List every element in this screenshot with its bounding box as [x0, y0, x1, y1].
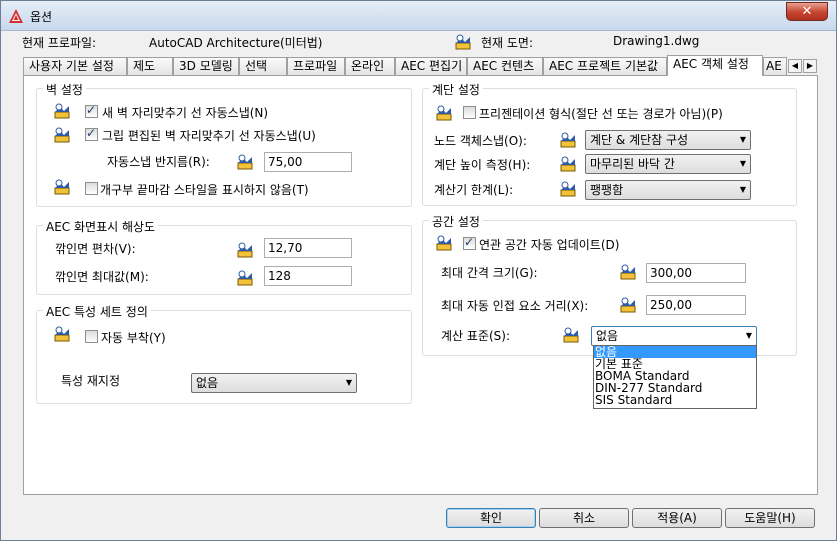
autocad-logo-icon [9, 9, 23, 23]
max-gap-label: 최대 간격 크기(G): [441, 266, 538, 280]
tab-aec-editor[interactable]: AEC 편집기 [395, 57, 467, 75]
stair-height-dropdown[interactable]: 마무리된 바닥 간 ▼ [585, 154, 751, 174]
auto-update-spaces-checkbox[interactable] [463, 235, 476, 250]
autosnap-radius-input[interactable]: 75,00 [264, 152, 352, 172]
dropdown-option[interactable]: SIS Standard [594, 394, 756, 406]
drawing-setting-icon [436, 105, 452, 121]
current-profile-value: AutoCAD Architecture(미터법) [149, 36, 323, 50]
calc-standard-value: 없음 [596, 329, 619, 343]
stair-height-label: 계단 높이 측정(H): [434, 158, 531, 172]
current-drawing-value: Drawing1.dwg [613, 34, 700, 48]
drawing-setting-icon [54, 326, 70, 342]
tab-aec-content[interactable]: AEC 컨텐츠 [467, 57, 543, 75]
tab-profiles[interactable]: 프로파일 [287, 57, 345, 75]
reassign-dropdown[interactable]: 없음 ▼ [191, 373, 357, 393]
calculator-limits-value: 팽팽함 [590, 183, 624, 197]
tab-scroll-right-icon[interactable]: ▶ [803, 59, 817, 73]
tab-aec-project-defaults[interactable]: AEC 프로젝트 기본값 [543, 57, 667, 75]
drawing-setting-icon [620, 264, 636, 280]
node-osnap-value: 계단 & 계단참 구성 [590, 133, 689, 147]
facet-deviation-label: 깎인면 편차(V): [55, 242, 136, 256]
no-opening-endcap-checkbox[interactable] [85, 182, 98, 195]
stair-height-value: 마무리된 바닥 간 [590, 157, 675, 171]
max-distance-input[interactable]: 250,00 [646, 295, 746, 315]
tab-aec-more[interactable]: AE [763, 57, 787, 75]
drawing-setting-icon [237, 242, 253, 258]
tab-scroll-left-icon[interactable]: ◀ [788, 59, 802, 73]
autosnap-radius-label: 자동스냅 반지름(R): [107, 155, 210, 169]
auto-attach-label: 자동 부착(Y) [101, 331, 166, 345]
title-bar[interactable]: 옵션 ✕ [1, 1, 836, 31]
space-settings-title: 공간 설정 [429, 213, 483, 230]
chevron-down-icon: ▼ [739, 185, 746, 194]
calculator-limits-label: 계산기 한계(L): [434, 183, 514, 197]
tab-aec-object-settings[interactable]: AEC 객체 설정 [667, 55, 763, 76]
drawing-setting-icon [620, 297, 636, 313]
tab-user-preferences[interactable]: 사용자 기본 설정 [23, 57, 127, 75]
calc-standard-label: 계산 표준(S): [441, 329, 510, 343]
tab-online[interactable]: 온라인 [345, 57, 395, 75]
drawing-setting-icon [455, 34, 471, 50]
presentation-format-checkbox[interactable] [463, 106, 476, 119]
tab-strip: 사용자 기본 설정 제도 3D 모델링 선택 프로파일 온라인 AEC 편집기 … [23, 55, 818, 76]
ok-button[interactable]: 확인 [446, 508, 536, 528]
close-button[interactable]: ✕ [786, 2, 828, 21]
drawing-setting-icon [237, 270, 253, 286]
window-title: 옵션 [30, 10, 53, 24]
calculator-limits-dropdown[interactable]: 팽팽함 ▼ [585, 180, 751, 200]
help-button[interactable]: 도움말(H) [725, 508, 815, 528]
facet-deviation-input[interactable]: 12,70 [264, 238, 352, 258]
property-set-title: AEC 특성 세트 정의 [43, 303, 151, 320]
drawing-setting-icon [563, 327, 579, 343]
drawing-setting-icon [560, 181, 576, 197]
presentation-format-label: 프리젠테이션 형식(절단 선 또는 경로가 아님)(P) [479, 107, 723, 121]
node-osnap-label: 노드 객체스냅(O): [434, 134, 527, 148]
facet-max-label: 깎인면 최대값(M): [55, 270, 149, 284]
max-distance-label: 최대 자동 인접 요소 거리(X): [441, 299, 589, 313]
current-drawing-label: 현재 도면: [481, 36, 534, 50]
reassign-label: 특성 재지정 [61, 374, 121, 388]
chevron-down-icon: ▼ [739, 135, 746, 144]
chevron-down-icon: ▼ [745, 331, 752, 340]
cancel-button[interactable]: 취소 [539, 508, 629, 528]
no-opening-endcap-label: 개구부 끝마감 스타일을 표시하지 않음(T) [100, 183, 309, 197]
wall-settings-title: 벽 설정 [43, 81, 86, 98]
max-gap-input[interactable]: 300,00 [646, 263, 746, 283]
calc-standard-options: 없음 기본 표준 BOMA Standard DIN-277 Standard … [593, 345, 757, 409]
stair-settings-title: 계단 설정 [429, 81, 483, 98]
tab-3d-modeling[interactable]: 3D 모델링 [173, 57, 239, 75]
autosnap-grip-walls-label: 그립 편집된 벽 자리맞추기 선 자동스냅(U) [102, 129, 316, 143]
reassign-value: 없음 [196, 376, 219, 390]
auto-update-spaces-label: 연관 공간 자동 업데이트(D) [479, 238, 620, 252]
chevron-down-icon: ▼ [345, 378, 352, 387]
drawing-setting-icon [560, 132, 576, 148]
tab-drafting[interactable]: 제도 [127, 57, 173, 75]
auto-attach-checkbox[interactable] [85, 330, 98, 343]
autosnap-new-walls-checkbox[interactable] [85, 103, 98, 118]
drawing-setting-icon [560, 156, 576, 172]
drawing-setting-icon [54, 127, 70, 143]
chevron-down-icon: ▼ [739, 159, 746, 168]
profile-info: 현재 프로파일: AutoCAD Architecture(미터법) 현재 도면… [1, 34, 836, 52]
drawing-setting-icon [54, 179, 70, 195]
autosnap-grip-walls-checkbox[interactable] [85, 126, 98, 141]
display-resolution-title: AEC 화면표시 해상도 [43, 218, 159, 235]
facet-max-input[interactable]: 128 [264, 266, 352, 286]
calc-standard-dropdown[interactable]: 없음 ▼ [591, 326, 757, 346]
drawing-setting-icon [436, 235, 452, 251]
tab-selection[interactable]: 선택 [239, 57, 287, 75]
options-dialog: 옵션 ✕ 현재 프로파일: AutoCAD Architecture(미터법) … [0, 0, 837, 541]
drawing-setting-icon [54, 103, 70, 119]
current-profile-label: 현재 프로파일: [22, 36, 97, 50]
autosnap-new-walls-label: 새 벽 자리맞추기 선 자동스냅(N) [102, 106, 269, 120]
drawing-setting-icon [237, 154, 253, 170]
node-osnap-dropdown[interactable]: 계단 & 계단참 구성 ▼ [585, 130, 751, 150]
apply-button[interactable]: 적용(A) [632, 508, 722, 528]
